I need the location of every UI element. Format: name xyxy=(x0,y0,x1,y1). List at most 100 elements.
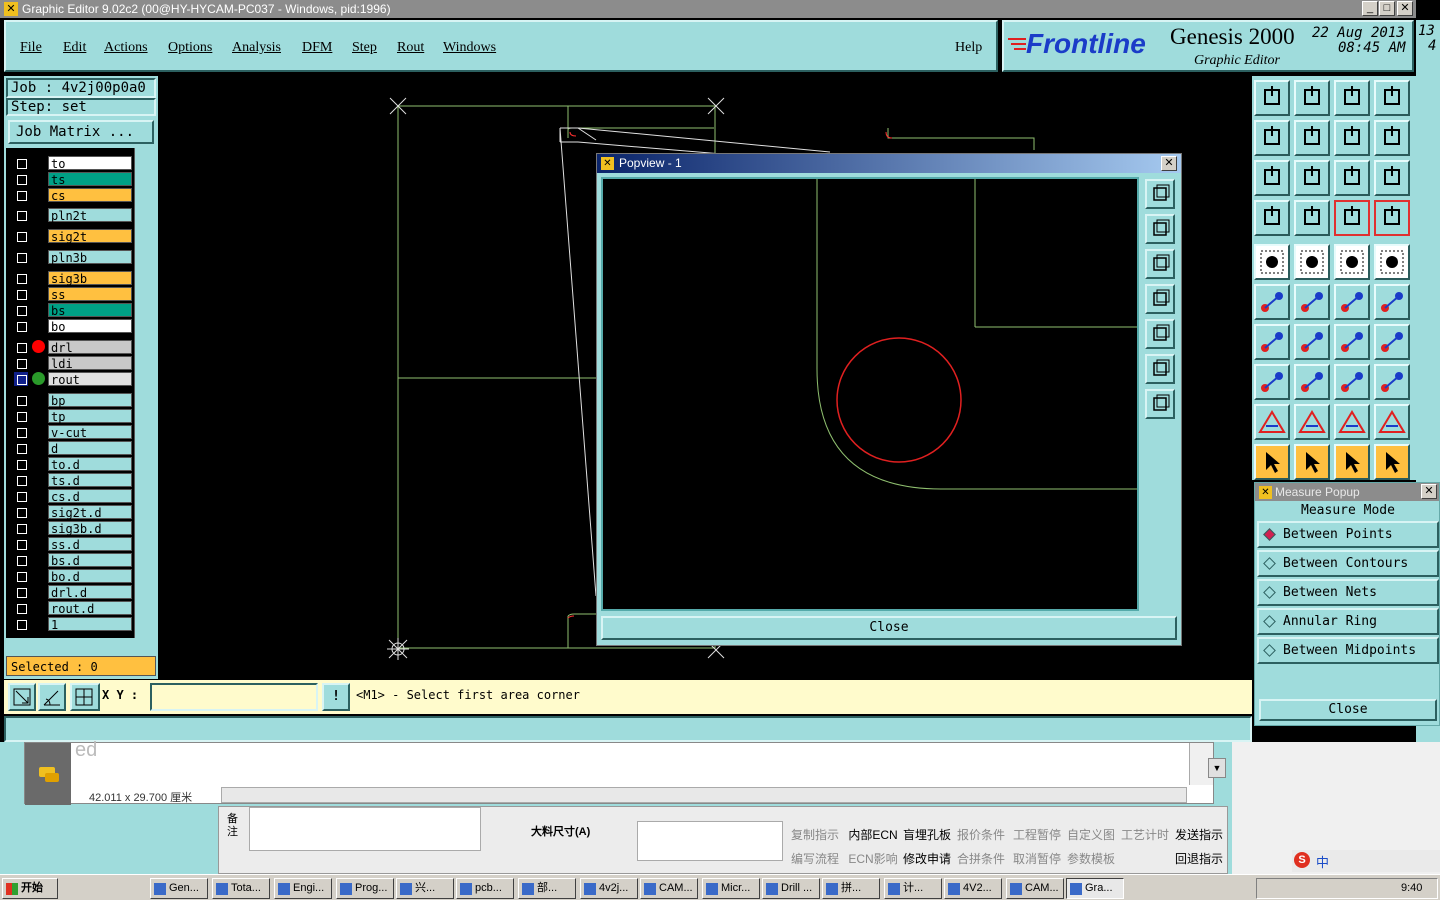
redraw-icon[interactable] xyxy=(1374,120,1410,156)
action-button[interactable]: 修改申请 xyxy=(900,848,954,870)
popview-pan-left-icon[interactable] xyxy=(1145,284,1175,314)
menu-options[interactable]: Options xyxy=(168,40,212,56)
menu-file[interactable]: File xyxy=(20,40,42,56)
xy-input[interactable] xyxy=(150,683,318,711)
help-icon[interactable] xyxy=(1374,160,1410,196)
layer-checkbox[interactable] xyxy=(14,156,28,170)
layer-name[interactable]: d xyxy=(48,441,132,456)
action-button[interactable]: 复制指示 xyxy=(788,824,842,846)
layer-row[interactable]: bs.d xyxy=(14,553,132,568)
layer-checkbox[interactable] xyxy=(14,172,28,186)
minimize-button[interactable]: _ xyxy=(1362,1,1378,16)
layer-checkbox[interactable] xyxy=(14,425,28,439)
layer-name[interactable]: bs xyxy=(48,303,132,318)
layer-name[interactable]: cs xyxy=(48,188,132,203)
measure-mode-option[interactable]: Annular Ring xyxy=(1257,608,1439,635)
action-button[interactable]: 编写流程 xyxy=(788,848,842,870)
layer-checkbox[interactable] xyxy=(14,537,28,551)
start-button[interactable]: 开始 xyxy=(2,878,58,899)
pan-left-icon[interactable] xyxy=(1254,120,1290,156)
taskbar-item[interactable]: Gra... xyxy=(1066,878,1124,899)
layer-name[interactable]: sig2t.d xyxy=(48,505,132,520)
action-button[interactable]: 内部ECN xyxy=(846,824,900,846)
layer-row[interactable]: tp xyxy=(14,409,132,424)
layer-checkbox[interactable] xyxy=(14,441,28,455)
action-button[interactable]: ECN影响 xyxy=(846,848,900,870)
layer-checkbox[interactable] xyxy=(14,372,28,386)
line-draw-icon[interactable] xyxy=(1294,324,1330,360)
layer-checkbox[interactable] xyxy=(14,250,28,264)
maximize-button[interactable]: □ xyxy=(1379,1,1395,16)
layer-name[interactable]: drl.d xyxy=(48,585,132,600)
ruler-icon[interactable] xyxy=(1334,244,1370,280)
home-icon[interactable] xyxy=(1334,80,1370,116)
popview-center-icon[interactable] xyxy=(1145,389,1175,419)
layer-checkbox[interactable] xyxy=(14,409,28,423)
action-button[interactable]: 自定义图 xyxy=(1064,824,1118,846)
menu-windows[interactable]: Windows xyxy=(443,40,496,56)
layer-row[interactable]: v-cut xyxy=(14,425,132,440)
layer-checkbox[interactable] xyxy=(14,393,28,407)
triangle-outline-icon[interactable] xyxy=(1254,404,1290,440)
popview-canvas[interactable] xyxy=(601,177,1139,611)
job-matrix-button[interactable]: Job Matrix ... xyxy=(8,120,154,144)
action-button[interactable]: 回退指示 xyxy=(1172,848,1226,870)
menu-dfm[interactable]: DFM xyxy=(302,40,332,56)
layer-row[interactable]: ldi xyxy=(14,356,132,371)
layer-name[interactable]: bo xyxy=(48,319,132,334)
taskbar-item[interactable]: 4V2... xyxy=(944,878,1002,899)
layer-checkbox[interactable] xyxy=(14,303,28,317)
layer-name[interactable]: ss.d xyxy=(48,537,132,552)
layer-checkbox[interactable] xyxy=(14,553,28,567)
pointer-select-icon[interactable] xyxy=(1294,444,1330,480)
layer-row[interactable]: sig2t.d xyxy=(14,505,132,520)
layer-name[interactable]: sig2t xyxy=(48,229,132,244)
action-button[interactable]: 工艺计时 xyxy=(1118,824,1172,846)
layer-name[interactable]: bs.d xyxy=(48,553,132,568)
layer-checkbox[interactable] xyxy=(14,489,28,503)
layer-checkbox[interactable] xyxy=(14,319,28,333)
layer-checkbox[interactable] xyxy=(14,287,28,301)
layer-row[interactable]: bo xyxy=(14,319,132,334)
layer-name[interactable]: pln3b xyxy=(48,250,132,265)
taskbar-item[interactable]: Engi... xyxy=(274,878,332,899)
layer-name[interactable]: sig3b xyxy=(48,271,132,286)
snap-angle-icon[interactable] xyxy=(38,683,66,711)
layer-checkbox[interactable] xyxy=(14,521,28,535)
layer-name[interactable]: ldi xyxy=(48,356,132,371)
line-angle-icon[interactable] xyxy=(1254,324,1290,360)
measure-mode-option[interactable]: Between Midpoints xyxy=(1257,637,1439,664)
menu-step[interactable]: Step xyxy=(352,40,377,56)
layer-name[interactable]: to.d xyxy=(48,457,132,472)
taskbar-item[interactable]: 4v2j... xyxy=(580,878,638,899)
action-button[interactable]: 报价条件 xyxy=(954,824,1008,846)
fit-view-icon[interactable] xyxy=(1254,160,1290,196)
close-step-icon[interactable] xyxy=(1294,80,1330,116)
sogou-icon[interactable]: S xyxy=(1294,852,1310,868)
delete-node-icon[interactable] xyxy=(1294,284,1330,320)
layer-name[interactable]: ss xyxy=(48,287,132,302)
taskbar-item[interactable]: 部... xyxy=(518,878,576,899)
ime-mode[interactable]: 中 xyxy=(1316,852,1329,871)
action-button[interactable]: 合拼条件 xyxy=(954,848,1008,870)
layer-name[interactable]: tp xyxy=(48,409,132,424)
layer-row[interactable]: sig2t xyxy=(14,229,132,244)
layer-row[interactable]: to.d xyxy=(14,457,132,472)
pad-select-icon[interactable] xyxy=(1374,244,1410,280)
layer-row[interactable]: to xyxy=(14,156,132,171)
layer-name[interactable]: bo.d xyxy=(48,569,132,584)
layer-row[interactable]: rout xyxy=(14,372,132,387)
layer-checkbox[interactable] xyxy=(14,188,28,202)
layer-name[interactable]: 1 xyxy=(48,617,132,632)
layer-checkbox[interactable] xyxy=(14,208,28,222)
layer-row[interactable]: cs.d xyxy=(14,489,132,504)
popview-pan-right-icon[interactable] xyxy=(1145,319,1175,349)
popview-close-button[interactable]: Close xyxy=(601,616,1177,640)
layer-name[interactable]: ts.d xyxy=(48,473,132,488)
layer-name[interactable]: ts xyxy=(48,172,132,187)
taskbar-item[interactable]: Micr... xyxy=(702,878,760,899)
color-diagonal-icon[interactable] xyxy=(1294,244,1330,280)
probe-icon[interactable] xyxy=(1294,200,1330,236)
layer-row[interactable]: pln3b xyxy=(14,250,132,265)
layer-row[interactable]: pln2t xyxy=(14,208,132,223)
